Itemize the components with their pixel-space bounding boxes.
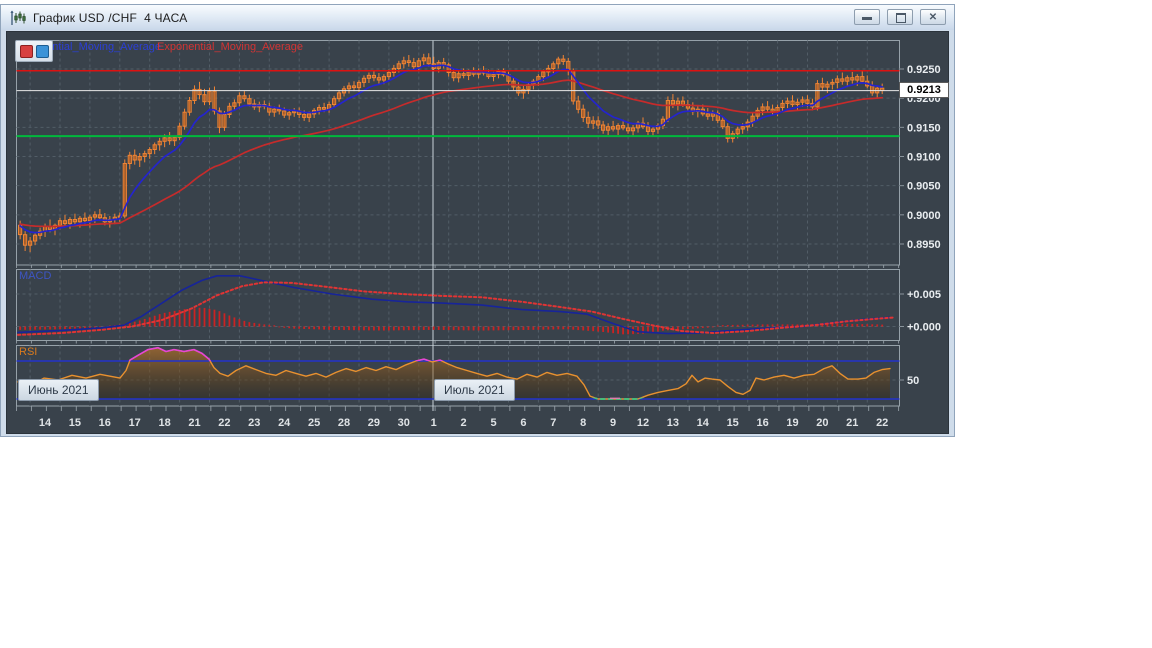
- svg-text:1: 1: [431, 417, 437, 429]
- svg-text:50: 50: [907, 375, 919, 387]
- close-icon: ✕: [928, 12, 938, 23]
- svg-text:21: 21: [846, 417, 858, 429]
- title-bar[interactable]: График USD /CHF 4 ЧАСА ✕: [1, 5, 954, 30]
- svg-text:8: 8: [580, 417, 586, 429]
- minimize-icon: [862, 17, 872, 20]
- current-price-label: 0.9213: [899, 82, 949, 98]
- svg-text:22: 22: [218, 417, 230, 429]
- svg-text:21: 21: [188, 417, 200, 429]
- chart-client-area[interactable]: 0.9250 0.9200 0.9150 0.9100 0.9050 0.9000 0.89…: [6, 31, 949, 434]
- svg-text:5: 5: [490, 417, 496, 429]
- svg-text:15: 15: [727, 417, 739, 429]
- candlestick-chart-icon: [9, 10, 27, 26]
- svg-text:0.8950: 0.8950: [907, 239, 941, 251]
- price-chart-canvas[interactable]: 0.92500.92000.91500.91000.90500.90000.89…: [7, 32, 950, 435]
- svg-text:+0.000: +0.000: [907, 322, 941, 334]
- svg-text:+0.005: +0.005: [907, 289, 941, 301]
- month-marker-june: Июнь 2021: [18, 379, 99, 401]
- maximize-button[interactable]: [887, 9, 913, 25]
- svg-text:6: 6: [520, 417, 526, 429]
- svg-text:12: 12: [637, 417, 649, 429]
- svg-text:29: 29: [368, 417, 380, 429]
- macd-panel-label: MACD: [19, 270, 52, 282]
- svg-text:24: 24: [278, 417, 291, 429]
- maximize-icon: [896, 13, 906, 23]
- svg-text:7: 7: [550, 417, 556, 429]
- svg-text:17: 17: [129, 417, 141, 429]
- svg-text:18: 18: [158, 417, 170, 429]
- svg-text:15: 15: [69, 417, 81, 429]
- svg-text:0.9150: 0.9150: [907, 122, 941, 134]
- svg-text:19: 19: [786, 417, 798, 429]
- svg-text:23: 23: [248, 417, 260, 429]
- month-marker-july: Июль 2021: [434, 379, 515, 401]
- svg-text:9: 9: [610, 417, 616, 429]
- window-controls: ✕: [854, 9, 946, 25]
- svg-text:20: 20: [816, 417, 828, 429]
- close-button[interactable]: ✕: [920, 9, 946, 25]
- svg-text:0.9100: 0.9100: [907, 151, 941, 163]
- window-title: График USD /CHF 4 ЧАСА: [33, 10, 188, 25]
- candles[interactable]: [18, 53, 885, 253]
- svg-text:13: 13: [667, 417, 679, 429]
- svg-text:0.9050: 0.9050: [907, 181, 941, 193]
- svg-text:2: 2: [461, 417, 467, 429]
- svg-text:14: 14: [39, 417, 52, 429]
- svg-text:0.9250: 0.9250: [907, 64, 941, 76]
- svg-text:16: 16: [99, 417, 111, 429]
- price-level-lines[interactable]: [16, 70, 900, 138]
- svg-text:30: 30: [398, 417, 410, 429]
- ema-fast-legend-label: Exponential_Moving_Average: [51, 41, 161, 53]
- desktop: График USD /CHF 4 ЧАСА ✕ 0.9250 0.9200 0.9…: [0, 0, 1152, 648]
- rsi-panel-label: RSI: [19, 346, 38, 358]
- svg-text:14: 14: [697, 417, 710, 429]
- svg-text:0.9000: 0.9000: [907, 210, 941, 222]
- chart-window: График USD /CHF 4 ЧАСА ✕ 0.9250 0.9200 0.9…: [0, 4, 955, 437]
- ema-red-swatch-icon[interactable]: [19, 44, 33, 58]
- price-axis-labels: 0.92500.92000.91500.91000.90500.90000.89…: [899, 64, 941, 387]
- svg-text:28: 28: [338, 417, 350, 429]
- indicator-legend-chip[interactable]: [15, 40, 53, 62]
- svg-text:25: 25: [308, 417, 320, 429]
- ema-blue-swatch-icon[interactable]: [35, 44, 49, 58]
- time-axis-labels: 14 15 16 17 18 21 22 23 24 25 28 29 30 1 2 5 6 7 8 9 12 13 14 1…: [39, 417, 888, 429]
- svg-text:16: 16: [756, 417, 768, 429]
- minimize-button[interactable]: [854, 9, 880, 25]
- svg-text:22: 22: [876, 417, 888, 429]
- ema-slow-legend-label: Exponential_Moving_Average: [157, 41, 303, 53]
